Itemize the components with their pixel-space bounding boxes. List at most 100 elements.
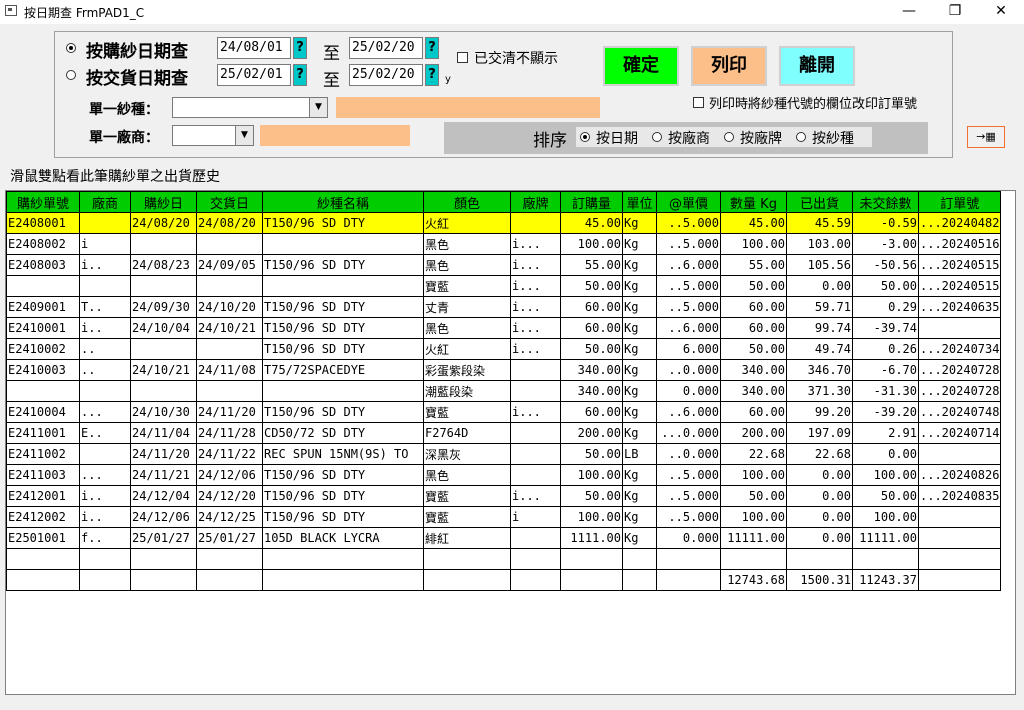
table-row[interactable]: 潮藍段染 340.00 Kg 0.000 340.00 371.30 -31.30 ...20… — [6, 380, 1002, 402]
table-cell: i — [79, 233, 131, 255]
column-header[interactable]: 訂單號 — [917, 191, 1002, 213]
table-cell — [510, 212, 561, 234]
table-row[interactable]: E2411003... 24/11/21 24/12/06 T150/96 SD DT… — [6, 464, 1002, 486]
column-header[interactable]: 廠商 — [79, 191, 131, 213]
table-row[interactable]: 12743.68 1500.31 11243.37 — [6, 569, 1002, 591]
table-cell — [510, 443, 561, 465]
column-header[interactable]: 購紗單號 — [6, 191, 80, 213]
column-header[interactable]: @單價 — [656, 191, 721, 213]
column-header[interactable]: 顏色 — [423, 191, 511, 213]
column-header[interactable]: 訂購量 — [560, 191, 623, 213]
sort-radio-brand[interactable] — [724, 132, 734, 142]
table-cell: 100.00 — [852, 464, 919, 486]
table-cell: 60.00 — [720, 317, 787, 339]
column-header[interactable]: 交貨日 — [196, 191, 263, 213]
table-cell: 340.00 — [720, 380, 787, 402]
vendor-dropdown-icon[interactable]: ▼ — [235, 126, 253, 145]
table-cell — [622, 548, 657, 570]
table-row[interactable]: E2409001 T.. 24/09/30 24/10/20 T150/96 SD DT… — [6, 296, 1002, 318]
table-cell: E2501001 — [6, 527, 80, 549]
table-cell: 105D BLACK LYCRA — [262, 527, 424, 549]
table-row[interactable]: E2501001 f.. 25/01/27 25/01/27 105D BLACK LY… — [6, 527, 1002, 549]
restore-button[interactable]: ❐ — [932, 0, 978, 24]
table-cell — [852, 548, 919, 570]
table-row[interactable]: E2410001 i.. 24/10/04 24/10/21 T150/96 SD DT… — [6, 317, 1002, 339]
table-row[interactable]: E2412001 i.. 24/12/04 24/12/20 T150/96 SD DT… — [6, 485, 1002, 507]
table-cell: E2411003 — [6, 464, 80, 486]
hide-settled-checkbox[interactable] — [457, 52, 468, 63]
table-row[interactable]: E2410003.. 24/10/21 24/11/08 T75/72SPACEDYE… — [6, 359, 1002, 381]
column-header[interactable]: 數量 Kg — [720, 191, 787, 213]
table-cell: .. — [79, 359, 131, 381]
table-row[interactable]: E2412002 i.. 24/12/06 24/12/25 T150/96 SD DT… — [6, 506, 1002, 528]
table-cell: 55.00 — [560, 254, 623, 276]
table-cell: 103.00 — [786, 233, 853, 255]
purchase-from-field[interactable]: 24/08/01 — [217, 37, 291, 59]
column-header[interactable]: 單位 — [622, 191, 657, 213]
table-cell — [510, 464, 561, 486]
column-header[interactable]: 購紗日 — [130, 191, 197, 213]
minimize-button[interactable]: — — [886, 0, 932, 24]
table-cell: 100.00 — [720, 464, 787, 486]
table-cell: E2411001 — [6, 422, 80, 444]
table-cell: Kg — [622, 401, 657, 423]
table-row[interactable]: 寶藍 i... 50.00 Kg ..5.000 50.00 0.00 50.00 ...202… — [6, 275, 1002, 297]
yarn-dropdown-icon[interactable]: ▼ — [309, 98, 327, 117]
table-row[interactable] — [6, 548, 1002, 570]
sort-radio-vendor[interactable] — [652, 132, 662, 142]
table-cell — [262, 233, 424, 255]
sort-label: 排序 — [533, 131, 567, 151]
column-header[interactable]: 未交餘數 — [852, 191, 919, 213]
to-label-2: 至 — [323, 71, 340, 91]
print-button[interactable]: 列印 — [691, 46, 767, 86]
table-cell — [622, 569, 657, 591]
table-row[interactable]: E2410002.. T150/96 SD DTY 火紅 i... 50.00 Kg 6.0… — [6, 338, 1002, 360]
table-row[interactable]: E2411001 E.. 24/11/04 24/11/28 CD50/72 SD DT… — [6, 422, 1002, 444]
column-header[interactable]: 廠牌 — [510, 191, 561, 213]
table-cell: Kg — [622, 254, 657, 276]
sort-radio-yarn[interactable] — [796, 132, 806, 142]
print-order-label: 列印時將紗種代號的欄位改印訂單號 — [709, 97, 918, 112]
table-cell: ..5.000 — [656, 506, 721, 528]
table-cell: E2408002 — [6, 233, 80, 255]
table-row[interactable]: E2411002 24/11/20 24/11/22 REC SPUN 15NM(9S… — [6, 443, 1002, 465]
vendor-combo[interactable]: ▼ — [172, 125, 254, 146]
double-click-hint: 滑鼠雙點看此筆購紗單之出貨歷史 — [10, 169, 220, 185]
table-cell: 0.00 — [786, 485, 853, 507]
export-icon[interactable]: →▦ — [967, 126, 1005, 148]
purchase-from-picker[interactable]: ? — [293, 37, 307, 59]
yarn-combo[interactable]: ▼ — [172, 97, 328, 118]
table-cell: -50.56 — [852, 254, 919, 276]
delivery-to-field[interactable]: 25/02/20 — [349, 64, 423, 86]
table-cell: ...20240516 — [917, 233, 1002, 255]
table-cell: E2410002 — [6, 338, 80, 360]
exit-button[interactable]: 離開 — [779, 46, 855, 86]
delivery-to-picker[interactable]: ? — [425, 64, 439, 86]
table-cell: 24/10/20 — [196, 296, 263, 318]
purchase-to-picker[interactable]: ? — [425, 37, 439, 59]
table-row[interactable]: E2410004... 24/10/30 24/11/20 T150/96 SD DT… — [6, 401, 1002, 423]
table-cell: 346.70 — [786, 359, 853, 381]
data-grid[interactable]: 購紗單號 廠商 購紗日 交貨日 紗種名稱 顏色 廠牌 訂購量 單位 @單價 數量 Kg 已出貨 未交餘數… — [5, 190, 1016, 695]
table-cell: 深黑灰 — [423, 443, 511, 465]
table-cell: ..5.000 — [656, 233, 721, 255]
column-header[interactable]: 已出貨 — [786, 191, 853, 213]
column-header[interactable]: 紗種名稱 — [262, 191, 424, 213]
table-cell: 55.00 — [720, 254, 787, 276]
table-row[interactable]: E2408002 i 黑色 i... 100.00 Kg ..5.000 100.00 103.… — [6, 233, 1002, 255]
delivery-from-picker[interactable]: ? — [293, 64, 307, 86]
table-cell: ...20240714 — [917, 422, 1002, 444]
delivery-from-field[interactable]: 25/02/01 — [217, 64, 291, 86]
radio-purchase-date[interactable] — [66, 43, 76, 53]
radio-delivery-date[interactable] — [66, 70, 76, 80]
sort-radio-date[interactable] — [580, 132, 590, 142]
print-order-checkbox[interactable] — [693, 97, 704, 108]
table-cell: i... — [510, 401, 561, 423]
confirm-button[interactable]: 確定 — [603, 46, 679, 86]
close-button[interactable]: ✕ — [978, 0, 1024, 24]
table-cell: T150/96 SD DTY — [262, 212, 424, 234]
purchase-to-field[interactable]: 25/02/20 — [349, 37, 423, 59]
table-row[interactable]: E2408003 i.. 24/08/23 24/09/05 T150/96 SD DT… — [6, 254, 1002, 276]
table-cell: 50.00 — [560, 485, 623, 507]
table-row[interactable]: E2408001 24/08/20 24/08/20 T150/96 SD DTY 火紅… — [6, 212, 1002, 234]
